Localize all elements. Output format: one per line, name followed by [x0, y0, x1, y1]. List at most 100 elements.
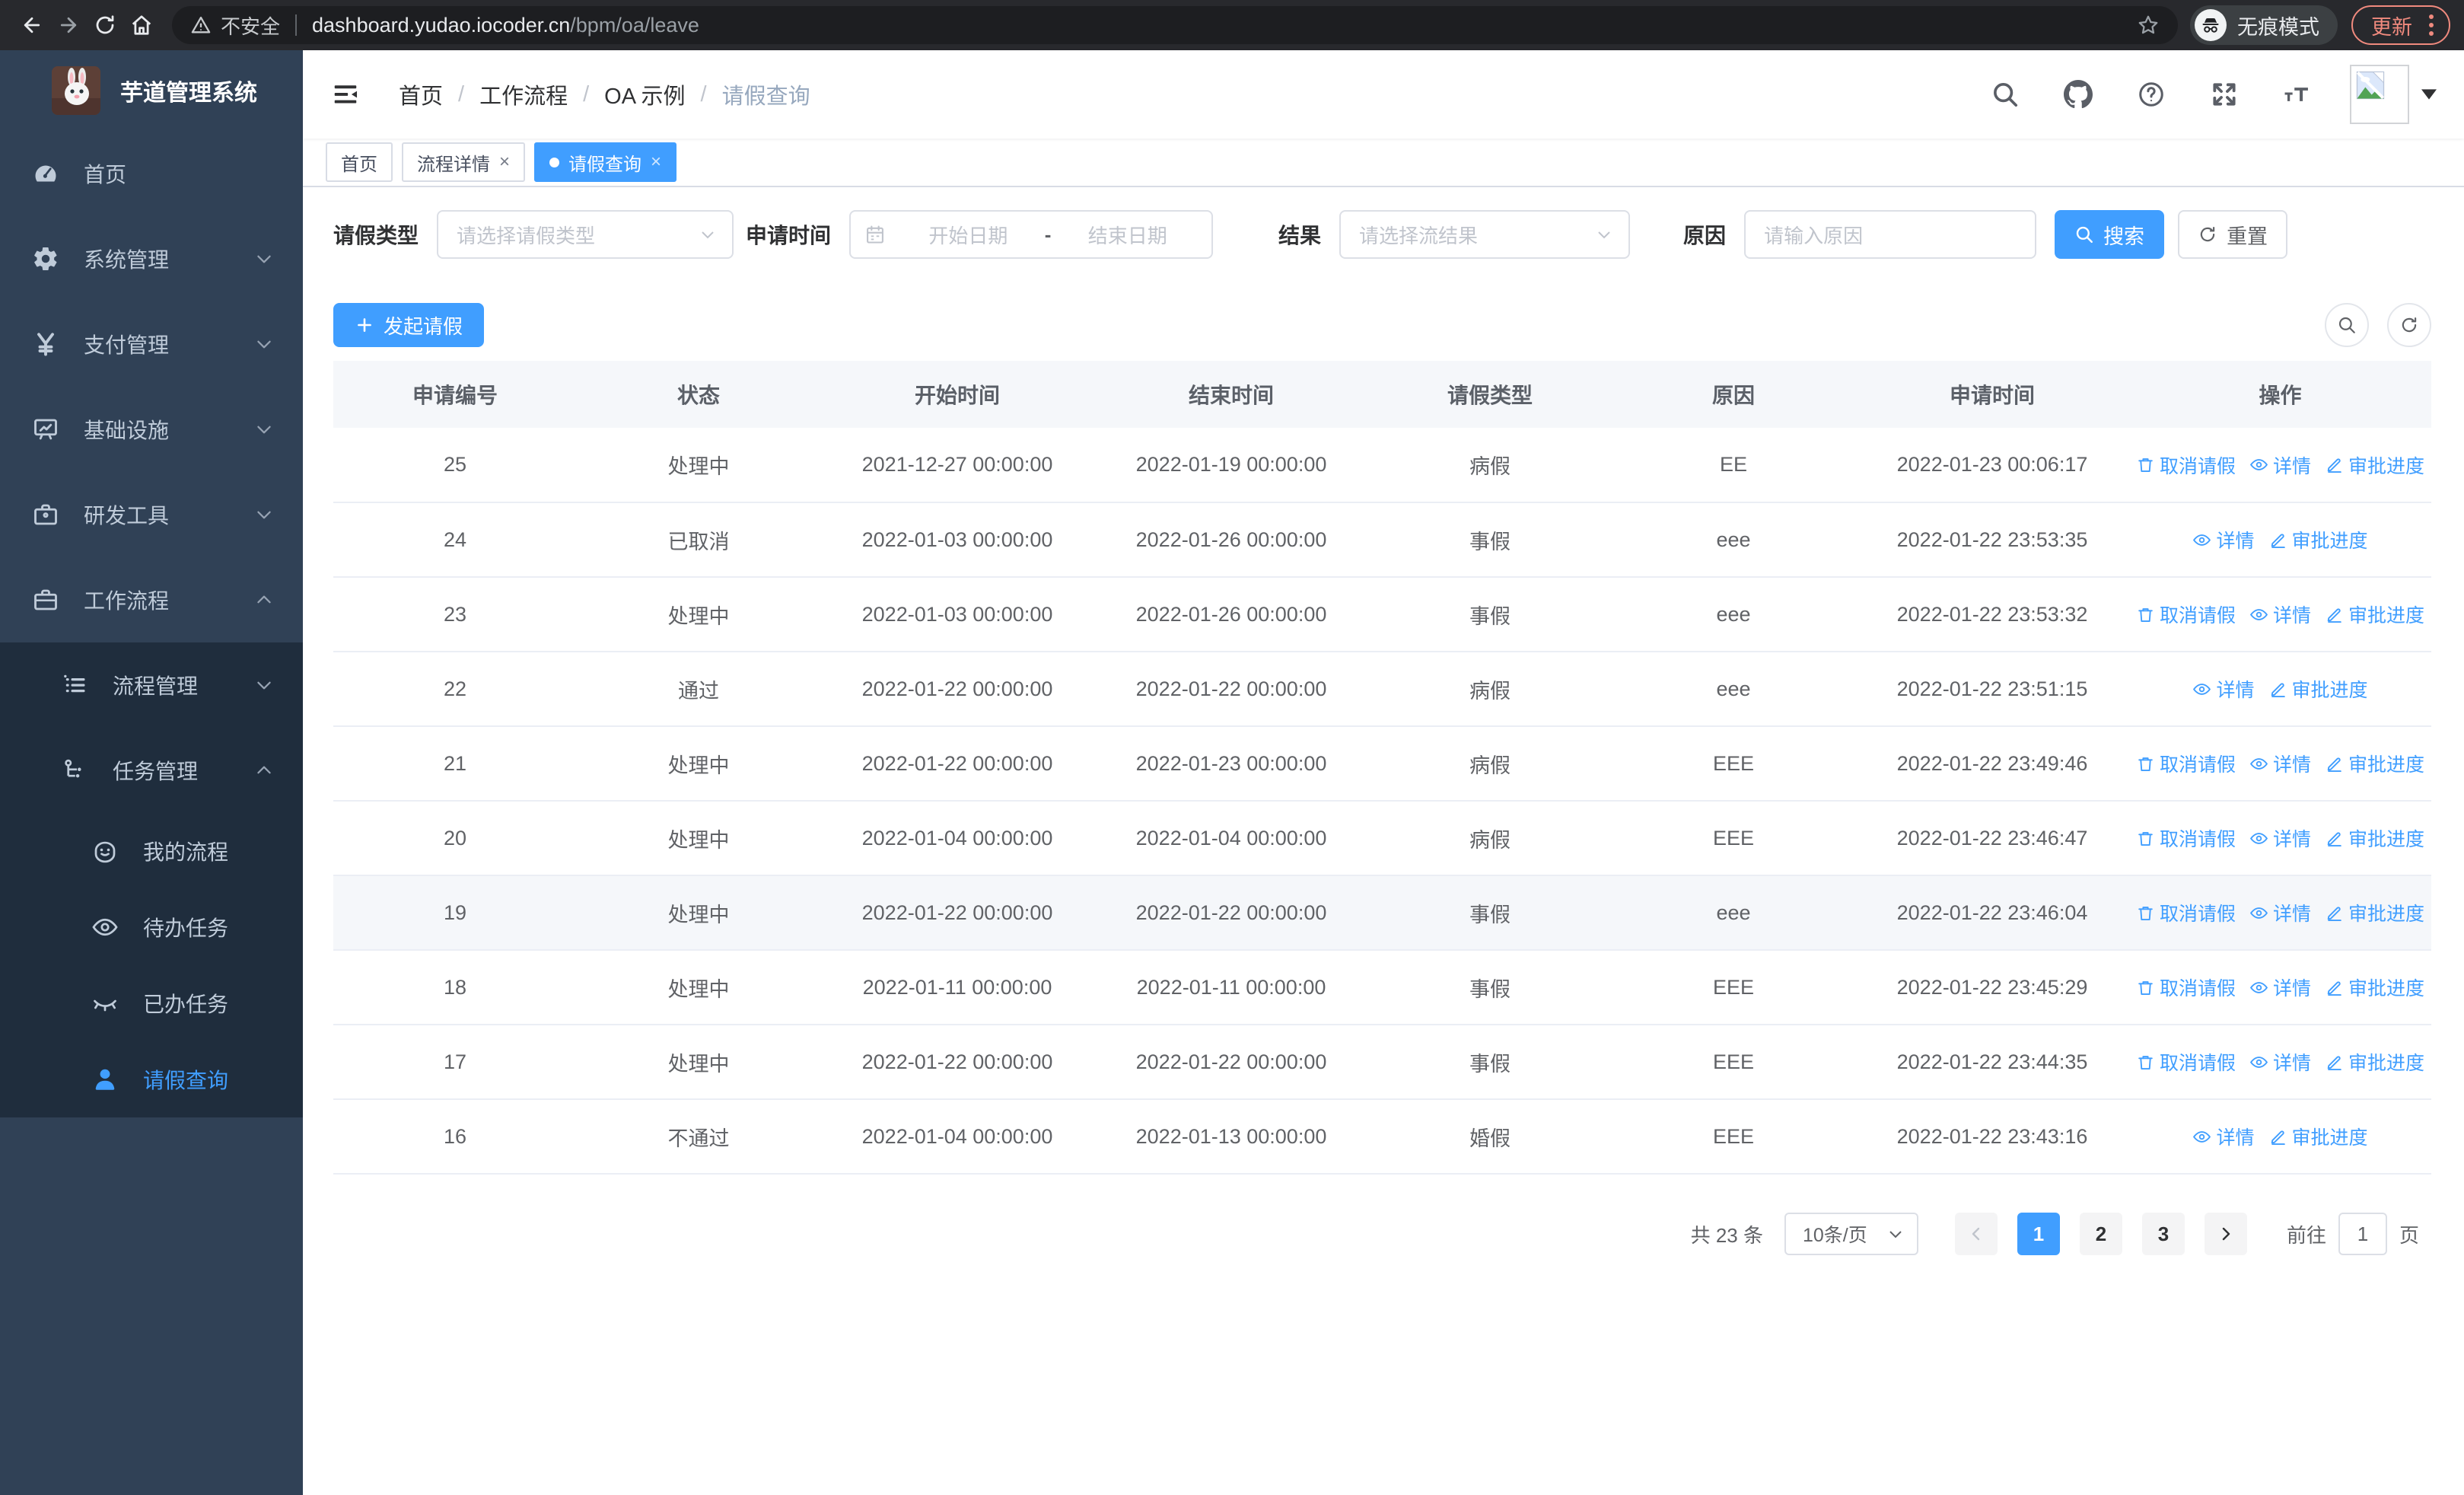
cancel-action-link[interactable]: 取消请假 — [2136, 974, 2236, 1001]
cancel-action-link[interactable]: 取消请假 — [2136, 750, 2236, 777]
leave-type-select[interactable]: 请选择请假类型 — [437, 210, 734, 259]
breadcrumb-item[interactable]: 首页 — [399, 78, 443, 110]
page-button-2[interactable]: 2 — [2079, 1213, 2122, 1255]
help-icon[interactable] — [2126, 69, 2176, 120]
next-page-button[interactable] — [2204, 1213, 2247, 1255]
page-button-1[interactable]: 1 — [2017, 1213, 2060, 1255]
user-menu[interactable] — [2350, 65, 2437, 124]
detail-action-link[interactable]: 详情 — [2249, 974, 2311, 1001]
chevron-down-icon — [1595, 225, 1613, 244]
github-icon[interactable] — [2053, 69, 2103, 120]
sidebar-item-home[interactable]: 首页 — [0, 131, 303, 216]
detail-action-link[interactable]: 详情 — [2249, 1048, 2311, 1076]
date-range-separator: - — [1044, 222, 1052, 246]
cancel-action-link[interactable]: 取消请假 — [2136, 1048, 2236, 1076]
browser-back-icon[interactable] — [14, 7, 50, 43]
page-button-3[interactable]: 3 — [2141, 1213, 2185, 1255]
close-icon[interactable]: × — [651, 153, 661, 171]
browser-forward-icon[interactable] — [50, 7, 87, 43]
browser-menu-button[interactable]: 更新 — [2351, 5, 2450, 45]
search-icon[interactable] — [1980, 69, 2030, 120]
progress-action-link[interactable]: 审批进度 — [2268, 1123, 2368, 1150]
sidebar-collapse-icon[interactable] — [329, 78, 362, 111]
sidebar-item-my-process[interactable]: 我的流程 — [0, 813, 303, 889]
breadcrumb-item[interactable]: 工作流程 — [479, 78, 568, 110]
sidebar-item-leave-query[interactable]: 请假查询 — [0, 1041, 303, 1117]
sidebar-item-payment[interactable]: 支付管理 — [0, 301, 303, 387]
browser-reload-icon[interactable] — [87, 7, 123, 43]
detail-action-link[interactable]: 详情 — [2192, 526, 2255, 553]
cell-id: 21 — [333, 726, 577, 802]
end-date-placeholder[interactable]: 结束日期 — [1057, 221, 1198, 249]
fullscreen-icon[interactable] — [2199, 69, 2249, 120]
sidebar-item-done-tasks[interactable]: 已办任务 — [0, 965, 303, 1041]
detail-action-label: 详情 — [2216, 1127, 2255, 1149]
sidebar-item-task-mgmt[interactable]: 任务管理 — [0, 728, 303, 813]
cell-end: 2022-01-22 00:00:00 — [1094, 1025, 1368, 1100]
security-chip[interactable]: 不安全 — [190, 11, 280, 40]
cancel-action-link[interactable]: 取消请假 — [2136, 601, 2236, 628]
reset-button[interactable]: 重置 — [2178, 210, 2288, 259]
progress-action-label: 审批进度 — [2348, 455, 2425, 477]
apply-time-range-picker[interactable]: 开始日期 - 结束日期 — [849, 210, 1214, 259]
prev-page-button[interactable] — [1954, 1213, 1998, 1255]
progress-action-link[interactable]: 审批进度 — [2325, 451, 2424, 479]
detail-action-link[interactable]: 详情 — [2192, 675, 2255, 703]
cell-reason: EEE — [1612, 1025, 1855, 1100]
detail-action-link[interactable]: 详情 — [2192, 1123, 2255, 1150]
goto-page-input[interactable]: 1 — [2338, 1213, 2387, 1255]
sidebar-item-process-mgmt[interactable]: 流程管理 — [0, 642, 303, 728]
kebab-menu-icon[interactable] — [2424, 14, 2438, 36]
app-logo-image — [52, 66, 100, 115]
tab-process-detail[interactable]: 流程详情 × — [402, 142, 526, 182]
sidebar-item-devtools[interactable]: 研发工具 — [0, 472, 303, 557]
breadcrumb-item[interactable]: OA 示例 — [604, 78, 685, 110]
cell-actions: 详情 审批进度 — [2129, 1099, 2431, 1175]
browser-home-icon[interactable] — [123, 7, 160, 43]
sidebar-item-label: 请假查询 — [143, 1069, 229, 1092]
tab-home[interactable]: 首页 — [326, 142, 393, 182]
detail-action-link[interactable]: 详情 — [2249, 899, 2311, 926]
cancel-action-link[interactable]: 取消请假 — [2136, 451, 2236, 479]
bookmark-star-icon[interactable] — [2137, 14, 2160, 37]
sidebar-item-system[interactable]: 系统管理 — [0, 216, 303, 301]
refresh-table-button[interactable] — [2387, 303, 2431, 347]
view-icon — [2249, 1053, 2268, 1072]
search-button[interactable]: 搜索 — [2055, 210, 2165, 259]
url-bar[interactable]: 不安全 dashboard.yudao.iocoder.cn/bpm/oa/le… — [172, 6, 2178, 44]
progress-action-label: 审批进度 — [2348, 605, 2425, 626]
progress-action-link[interactable]: 审批进度 — [2325, 824, 2424, 852]
sidebar-item-todo-tasks[interactable]: 待办任务 — [0, 889, 303, 965]
cancel-action-link[interactable]: 取消请假 — [2136, 824, 2236, 852]
close-icon[interactable]: × — [499, 153, 510, 171]
column-header: 原因 — [1612, 361, 1855, 428]
progress-action-label: 审批进度 — [2348, 1053, 2425, 1074]
progress-action-link[interactable]: 审批进度 — [2325, 601, 2424, 628]
cell-type: 事假 — [1368, 875, 1612, 951]
table-row: 24 已取消 2022-01-03 00:00:00 2022-01-26 00:00… — [333, 502, 2431, 578]
edit-icon — [2325, 829, 2344, 848]
progress-action-link[interactable]: 审批进度 — [2268, 675, 2368, 703]
detail-action-link[interactable]: 详情 — [2249, 451, 2311, 479]
column-header: 请假类型 — [1368, 361, 1612, 428]
page-size-select[interactable]: 10条/页 — [1784, 1213, 1918, 1255]
progress-action-link[interactable]: 审批进度 — [2268, 526, 2368, 553]
progress-action-link[interactable]: 审批进度 — [2325, 1048, 2424, 1076]
cancel-action-link[interactable]: 取消请假 — [2136, 899, 2236, 926]
start-date-placeholder[interactable]: 开始日期 — [898, 221, 1039, 249]
detail-action-link[interactable]: 详情 — [2249, 824, 2311, 852]
detail-action-link[interactable]: 详情 — [2249, 750, 2311, 777]
create-leave-button[interactable]: 发起请假 — [333, 303, 485, 347]
detail-action-link[interactable]: 详情 — [2249, 601, 2311, 628]
progress-action-link[interactable]: 审批进度 — [2325, 899, 2424, 926]
result-select[interactable]: 请选择流结果 — [1339, 210, 1631, 259]
sidebar-item-infra[interactable]: 基础设施 — [0, 387, 303, 472]
cell-start: 2022-01-22 00:00:00 — [820, 652, 1094, 727]
toggle-search-button[interactable] — [2325, 303, 2369, 347]
sidebar-item-workflow[interactable]: 工作流程 — [0, 557, 303, 642]
progress-action-link[interactable]: 审批进度 — [2325, 750, 2424, 777]
reason-input[interactable]: 请输入原因 — [1744, 210, 2037, 259]
tab-leave-query[interactable]: 请假查询 × — [534, 142, 677, 182]
progress-action-link[interactable]: 审批进度 — [2325, 974, 2424, 1001]
font-size-icon[interactable] — [2272, 69, 2322, 120]
